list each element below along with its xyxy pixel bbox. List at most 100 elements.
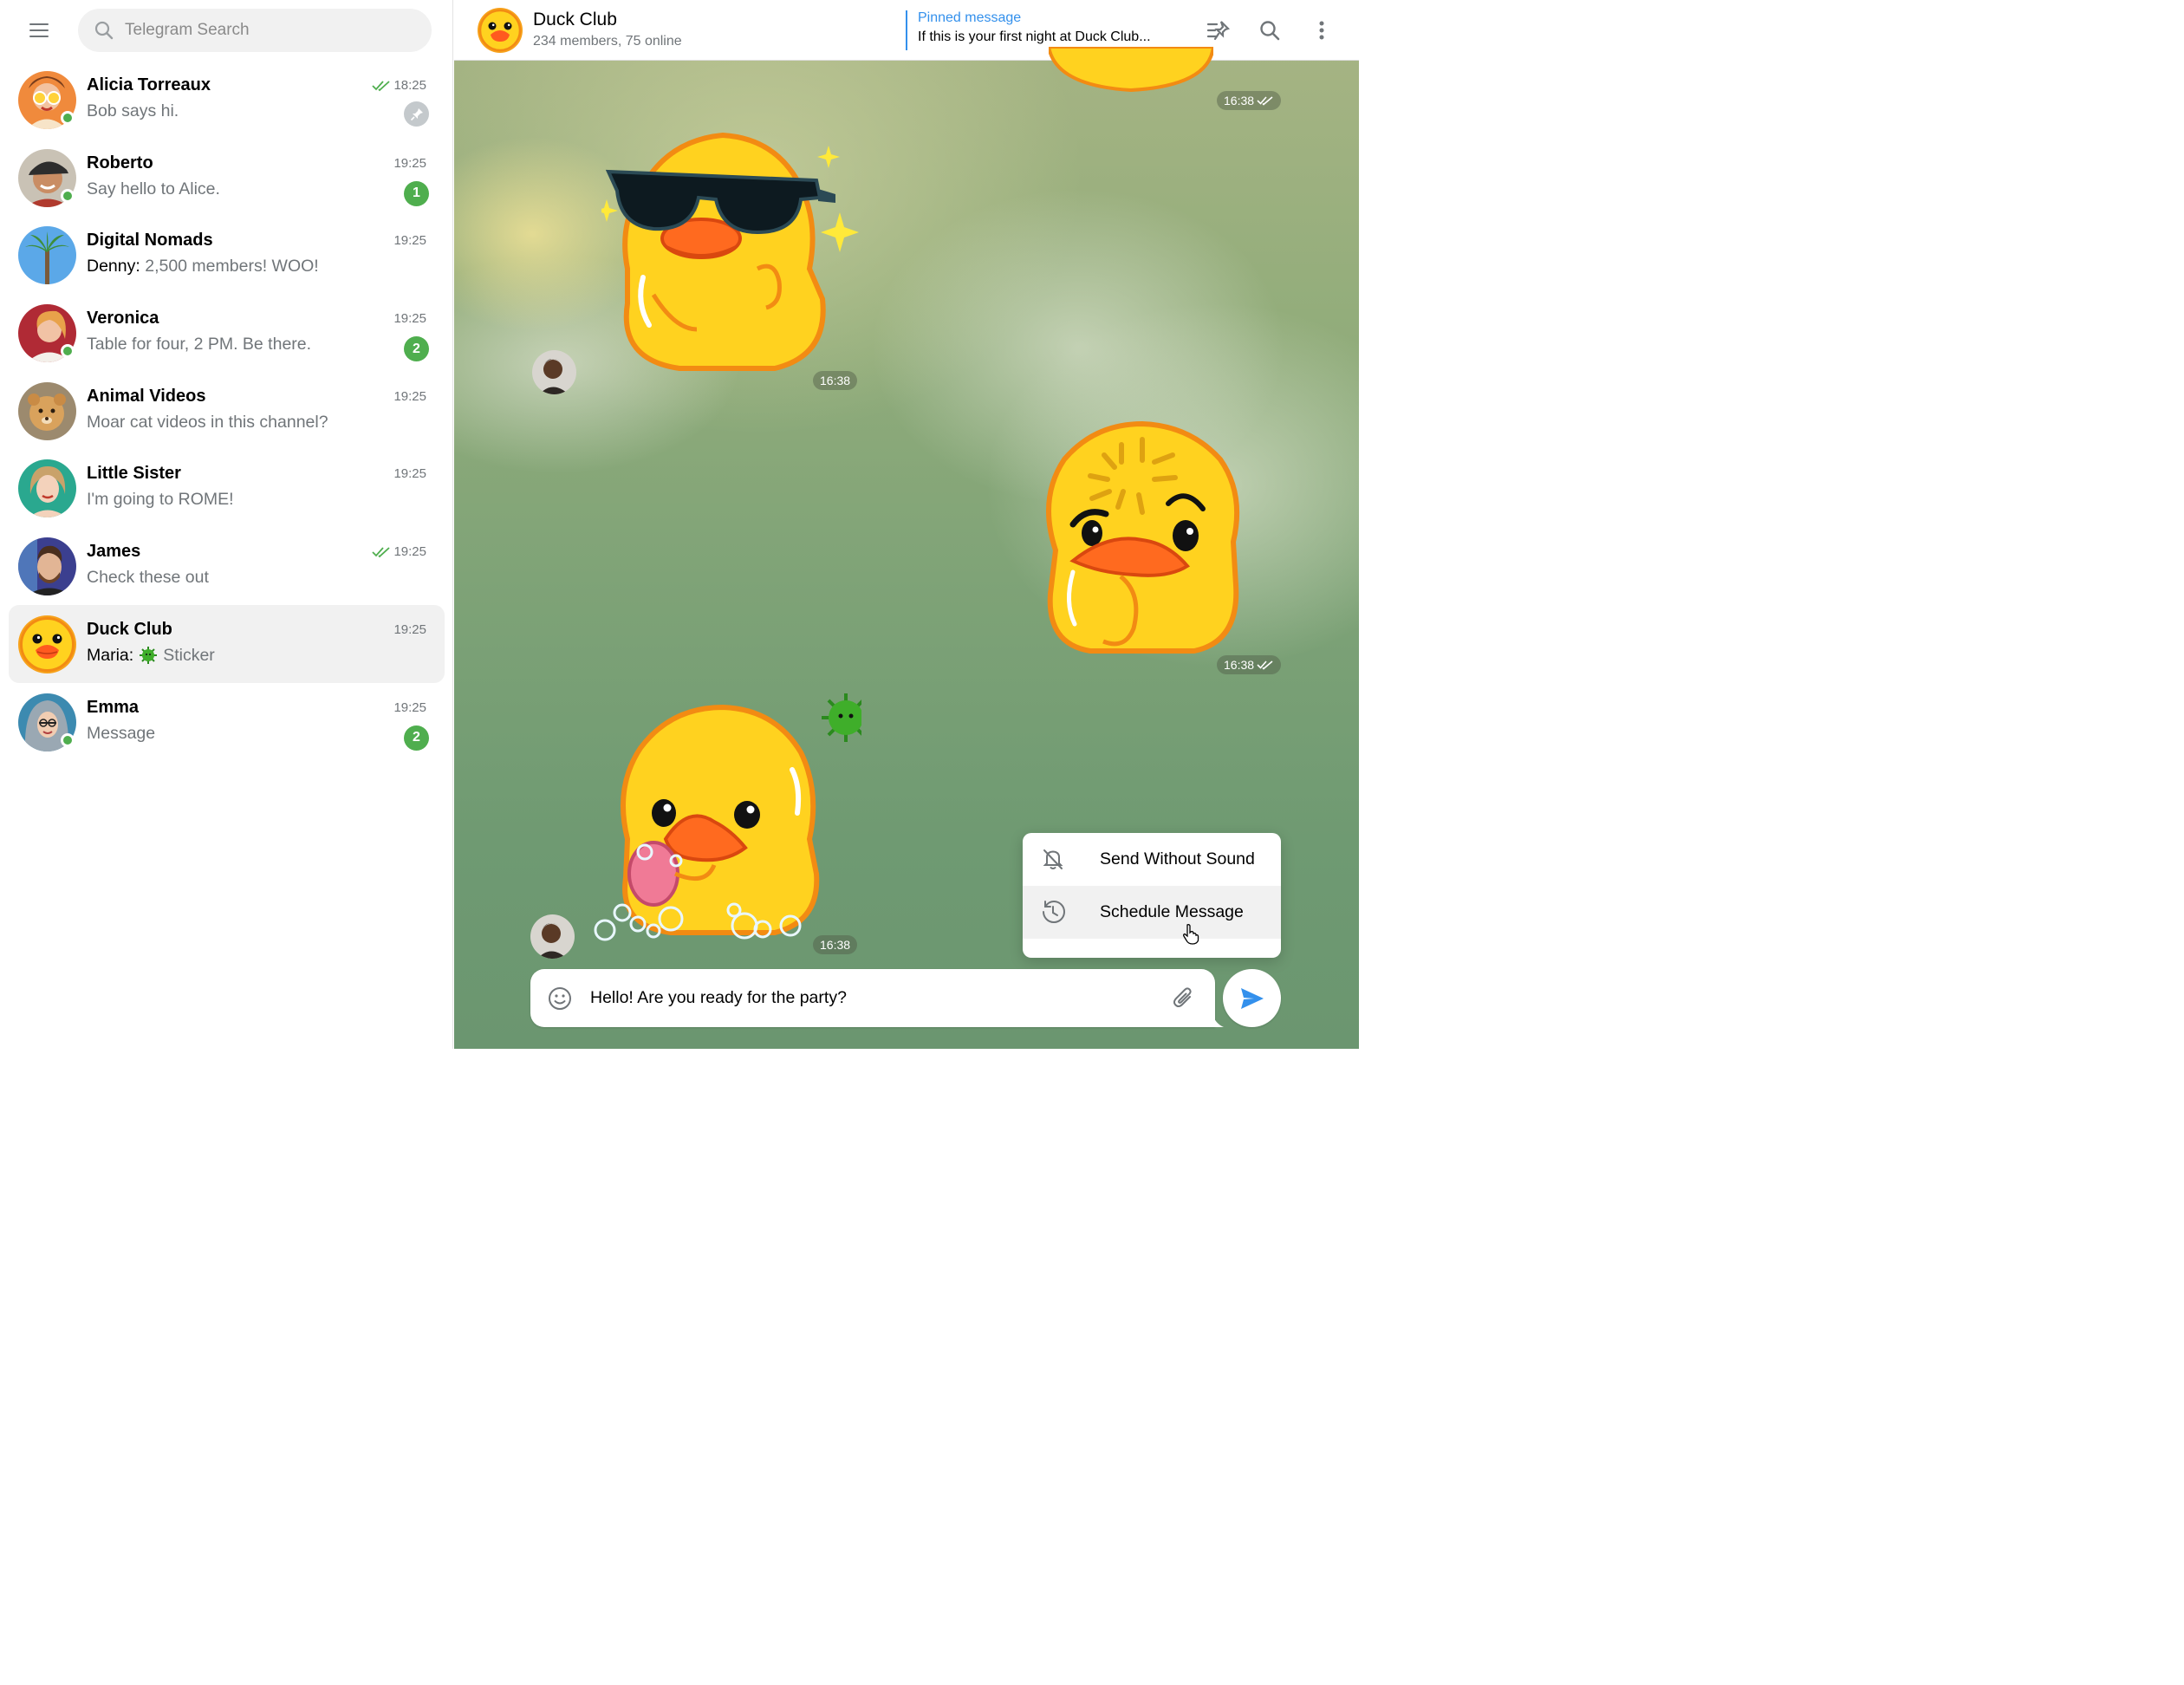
search-icon xyxy=(94,21,114,40)
chat-item-emma[interactable]: Emma Message 19:25 2 xyxy=(9,683,445,761)
chat-preview: Denny: 2,500 members! WOO! xyxy=(87,257,319,276)
message-time: 16:38 xyxy=(1217,655,1282,674)
message-time-text: 16:38 xyxy=(820,374,851,387)
search-box[interactable] xyxy=(78,9,432,52)
chat-time: 19:25 xyxy=(393,389,426,404)
message-time-text: 16:38 xyxy=(1224,94,1255,107)
chat-time: 19:25 xyxy=(393,466,426,481)
avatar xyxy=(18,381,76,440)
chat-time: 19:25 xyxy=(393,311,426,326)
menu-item-send-without-sound[interactable]: Send Without Sound xyxy=(1023,833,1281,886)
chat-name: Alicia Torreaux xyxy=(87,75,211,94)
message-composer xyxy=(530,969,1215,1027)
chat-time: 19:25 xyxy=(393,700,426,715)
sticker-duck-sunglasses[interactable] xyxy=(595,130,861,381)
chat-time-text: 19:25 xyxy=(393,544,426,560)
chat-name: Emma xyxy=(87,697,140,717)
chat-time-text: 19:25 xyxy=(393,311,426,327)
message-time: 16:38 xyxy=(813,935,858,954)
double-check-icon xyxy=(372,80,391,91)
chat-name: Animal Videos xyxy=(87,386,206,406)
avatar xyxy=(18,226,76,285)
hamburger-menu-icon[interactable] xyxy=(21,14,57,47)
online-indicator xyxy=(61,188,75,203)
online-indicator xyxy=(61,111,75,125)
chat-preview: Maria: Sticker xyxy=(87,646,215,666)
chat-time: 18:25 xyxy=(372,78,426,93)
pinned-message-label: Pinned message xyxy=(918,10,1022,25)
chat-item-alicia-torreaux[interactable]: Alicia Torreaux Bob says hi. 18:25 xyxy=(9,61,445,139)
attach-icon[interactable] xyxy=(1171,986,1197,1012)
chat-header[interactable]: Duck Club 234 members, 75 online Pinned … xyxy=(454,0,1359,61)
chat-preview: Bob says hi. xyxy=(87,101,179,120)
menu-item-label: Send Without Sound xyxy=(1100,849,1255,869)
chat-preview-text: 2,500 members! WOO! xyxy=(145,257,319,276)
message-input[interactable] xyxy=(590,985,1145,1011)
chat-time: 19:25 xyxy=(393,233,426,248)
sticker-duck-soap[interactable] xyxy=(593,692,870,947)
chat-item-james[interactable]: James Check these out 19:25 xyxy=(9,527,445,605)
header-avatar[interactable] xyxy=(478,8,523,53)
pinned-message-text: If this is your first night at Duck Club… xyxy=(918,29,1151,44)
message-time: 16:38 xyxy=(813,371,858,390)
send-options-menu: Send Without Sound Schedule Message xyxy=(1023,833,1281,958)
chat-preview: I'm going to ROME! xyxy=(87,490,234,510)
avatar xyxy=(18,537,76,596)
message-time: 16:38 xyxy=(1217,91,1282,110)
chat-time-text: 19:25 xyxy=(393,233,426,249)
chat-item-digital-nomads[interactable]: Digital Nomads Denny: 2,500 members! WOO… xyxy=(9,216,445,294)
pinned-message[interactable]: Pinned message If this is your first nig… xyxy=(906,10,1183,50)
chat-time-text: 19:25 xyxy=(393,466,426,482)
avatar xyxy=(18,615,76,673)
chat-title: Duck Club xyxy=(533,10,617,29)
online-indicator xyxy=(61,344,75,359)
chat-time: 19:25 xyxy=(372,544,426,559)
emoji-icon[interactable] xyxy=(547,986,573,1012)
chat-sender: Maria: xyxy=(87,645,134,665)
chat-name: Duck Club xyxy=(87,619,172,639)
pointer-cursor-icon xyxy=(1183,924,1199,945)
sticker-duck-thinking[interactable] xyxy=(1038,420,1246,663)
chat-list: Alicia Torreaux Bob says hi. 18:25 Rober… xyxy=(9,61,445,760)
chat-name: James xyxy=(87,542,141,562)
sender-avatar[interactable] xyxy=(530,914,575,959)
chat-item-veronica[interactable]: Veronica Table for four, 2 PM. Be there.… xyxy=(9,294,445,372)
pinned-list-icon[interactable] xyxy=(1203,15,1234,46)
chat-subtitle: 234 members, 75 online xyxy=(533,34,682,49)
chat-name: Little Sister xyxy=(87,464,181,484)
chat-time: 19:25 xyxy=(393,622,426,637)
sidebar-header xyxy=(0,0,453,61)
chat-time-text: 19:25 xyxy=(393,699,426,715)
chat-preview-text: Sticker xyxy=(163,645,215,665)
chat-sender: Denny: xyxy=(87,257,140,276)
virus-sticker-icon xyxy=(140,647,158,665)
sidebar: Alicia Torreaux Bob says hi. 18:25 Rober… xyxy=(0,0,453,1049)
double-check-icon xyxy=(1257,96,1273,106)
chat-item-animal-videos[interactable]: Animal Videos Moar cat videos in this ch… xyxy=(9,372,445,450)
chat-preview: Check these out xyxy=(87,568,209,588)
chat-time-text: 19:25 xyxy=(393,388,426,404)
menu-item-schedule-message[interactable]: Schedule Message xyxy=(1023,886,1281,945)
pinned-icon xyxy=(404,101,429,127)
sender-avatar[interactable] xyxy=(532,350,576,394)
send-icon xyxy=(1240,987,1264,1009)
composer-tail xyxy=(1212,1012,1224,1027)
chat-time-text: 19:25 xyxy=(393,155,426,171)
bell-off-icon xyxy=(1043,849,1063,869)
double-check-icon xyxy=(1257,660,1273,670)
message-time-text: 16:38 xyxy=(1224,658,1255,672)
search-icon[interactable] xyxy=(1254,15,1285,46)
send-button[interactable] xyxy=(1223,969,1281,1027)
chat-item-duck-club[interactable]: Duck Club Maria: Sticker 19:25 xyxy=(9,604,445,683)
more-options-icon[interactable] xyxy=(1306,15,1337,46)
chat-time-text: 18:25 xyxy=(393,78,426,93)
avatar xyxy=(18,459,76,518)
sticker-message[interactable] xyxy=(1046,45,1216,96)
chat-item-roberto[interactable]: Roberto Say hello to Alice. 19:25 1 xyxy=(9,139,445,217)
chat-item-little-sister[interactable]: Little Sister I'm going to ROME! 19:25 xyxy=(9,449,445,527)
chat-preview: Table for four, 2 PM. Be there. xyxy=(87,335,312,355)
chat-area: Duck Club 234 members, 75 online Pinned … xyxy=(454,0,1359,1049)
unread-badge: 2 xyxy=(404,725,429,751)
chat-name: Roberto xyxy=(87,153,153,172)
search-input[interactable] xyxy=(125,21,402,40)
